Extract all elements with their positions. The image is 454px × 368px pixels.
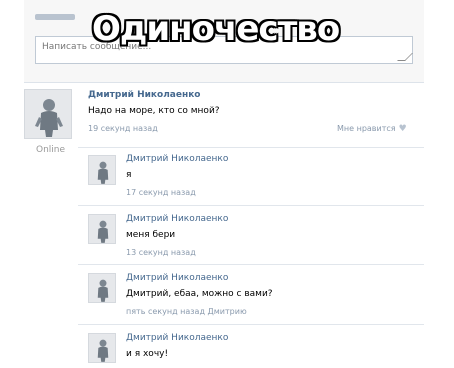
avatar[interactable] [88,155,116,185]
comment-item: Дмитрий Николаенко меня бери 13 секунд н… [78,205,424,264]
comment-text: Дмитрий, ебаа, можно с вами? [126,289,273,299]
like-button[interactable]: Мне нравится ♥ [337,124,407,134]
comment-author-link[interactable]: Дмитрий Николаенко [126,154,228,164]
divider [24,82,424,83]
person-avatar-icon [89,215,115,243]
post-author-link[interactable]: Дмитрий Николаенко [88,90,201,100]
person-avatar-icon [89,274,115,302]
avatar[interactable] [24,89,72,139]
person-avatar-icon [89,334,115,362]
comment-text: и я хочу! [126,349,169,359]
person-avatar-icon [89,156,115,184]
post-text: Надо на море, кто со мной? [88,106,220,116]
online-status: Online [36,145,66,155]
comment-timestamp[interactable]: 17 секунд назад [126,188,196,197]
comment-author-link[interactable]: Дмитрий Николаенко [126,214,228,224]
avatar[interactable] [88,273,116,303]
composer-header-bar [35,14,75,20]
person-avatar-icon [25,90,71,138]
comment-timestamp[interactable]: 13 секунд назад [126,248,196,257]
avatar[interactable] [88,333,116,363]
resize-grip-icon[interactable] [397,53,413,61]
comment-text: я [126,170,132,180]
meme-caption: Одиночество [92,9,340,49]
comment-item: Дмитрий Николаенко и я хочу! [78,324,424,368]
like-label: Мне нравится [337,124,396,133]
comment-timestamp[interactable]: пять секунд назад Дмитрию [126,307,247,316]
comment-item: Дмитрий Николаенко я 17 секунд назад [78,147,424,204]
post-timestamp[interactable]: 19 секунд назад [88,124,158,133]
comment-author-link[interactable]: Дмитрий Николаенко [126,273,228,283]
comment-author-link[interactable]: Дмитрий Николаенко [126,333,228,343]
avatar[interactable] [88,214,116,244]
comment-text: меня бери [126,230,176,240]
heart-icon: ♥ [398,124,407,134]
comment-item: Дмитрий Николаенко Дмитрий, ебаа, можно … [78,264,424,323]
